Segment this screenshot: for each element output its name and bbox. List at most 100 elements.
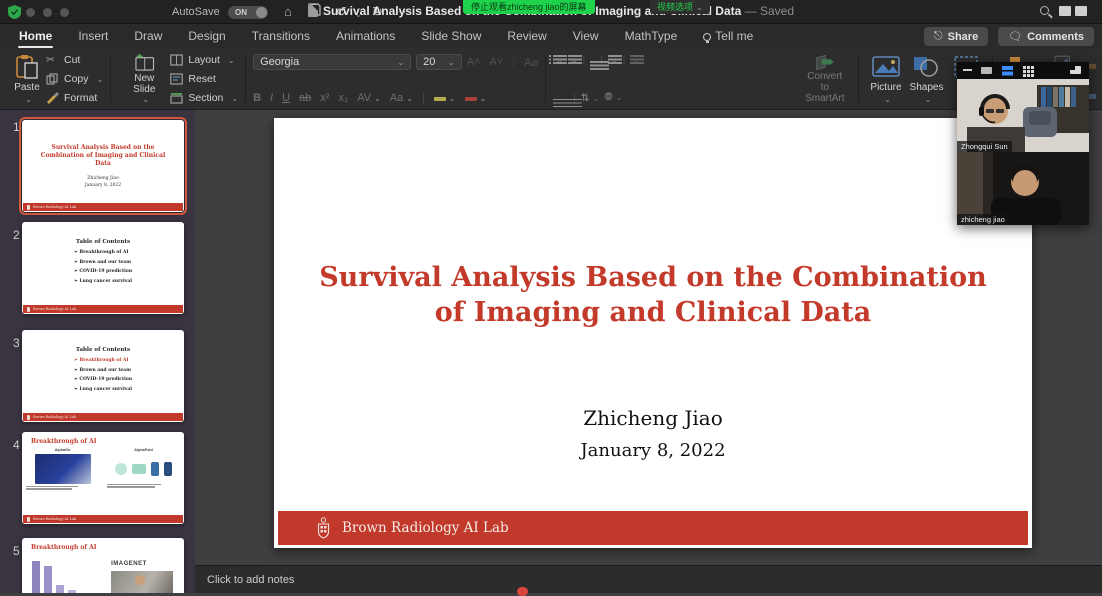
thumbnail-slide-3[interactable]: Table of Contents ➢ Breakthrough of AI ➢… <box>22 330 184 422</box>
align-text-button[interactable]: ⦾ <box>604 91 622 104</box>
highlight-color-button[interactable] <box>434 92 456 104</box>
share-button[interactable]: ⎋Share <box>924 27 988 46</box>
notes-pane[interactable]: Click to add notes <box>195 565 1102 593</box>
comments-button[interactable]: 🗨Comments <box>998 27 1094 46</box>
keyboard-icon[interactable] <box>1059 6 1071 16</box>
thumbnail-slide-5[interactable]: Breakthrough of AI IMAGENET <box>22 538 184 593</box>
brown-crest-icon <box>316 517 331 539</box>
document-icon <box>308 5 318 17</box>
tab-mathtype[interactable]: MathType <box>624 26 679 46</box>
tab-tell-me[interactable]: Tell me <box>702 26 754 46</box>
underline-button[interactable]: U <box>282 92 290 104</box>
strikethrough-button[interactable]: ab <box>299 92 311 104</box>
ribbon-tabs: Home Insert Draw Design Transitions Anim… <box>0 24 1102 48</box>
change-case-button[interactable]: Aa <box>390 92 413 104</box>
slide-number: 3 <box>13 336 20 350</box>
new-slide-button[interactable]: New Slide <box>118 53 170 105</box>
notes-placeholder[interactable]: Click to add notes <box>195 566 1102 586</box>
section-icon <box>170 92 183 104</box>
tab-insert[interactable]: Insert <box>77 26 109 46</box>
slide-editor[interactable]: Survival Analysis Based on the Combinati… <box>274 118 1032 548</box>
picture-button[interactable]: Picture <box>866 53 905 105</box>
ribbon: Paste ✂Cut Copy Format New Slide Layout … <box>0 48 1102 110</box>
video-call-toolbar <box>957 62 1089 79</box>
convert-smartart-button[interactable]: Convert toSmartArt <box>798 53 851 105</box>
slide-number: 2 <box>13 228 20 242</box>
tab-review[interactable]: Review <box>506 26 547 46</box>
alphafold-diagram <box>113 456 175 482</box>
reset-button[interactable]: Reset <box>170 73 238 85</box>
video-tile-1[interactable]: Zhongqui Sun <box>957 79 1089 152</box>
lightbulb-icon <box>703 33 711 41</box>
format-painter-button[interactable]: Format <box>46 92 103 104</box>
slide-date[interactable]: January 8, 2022 <box>274 440 1032 461</box>
font-color-icon <box>465 97 477 101</box>
comment-icon: 🗨 <box>1008 30 1022 43</box>
subscript-button[interactable]: x₂ <box>338 92 348 104</box>
slide-footer-bar[interactable]: Brown Radiology AI Lab <box>278 511 1028 545</box>
alphago-photo <box>35 454 91 484</box>
shrink-font-button[interactable]: A˅ <box>489 56 503 68</box>
font-color-button[interactable] <box>465 92 487 104</box>
imagenet-logo: IMAGENET <box>111 561 184 567</box>
columns-button[interactable] <box>630 54 640 66</box>
bullets-button[interactable] <box>553 54 563 66</box>
picture-icon <box>871 54 901 80</box>
slide-number: 4 <box>13 438 20 452</box>
copy-icon <box>46 73 59 85</box>
shapes-button[interactable]: Shapes <box>906 53 948 105</box>
thumb-footer: Brown Radiology AI Lab <box>23 515 183 523</box>
font-size-select[interactable]: 20 <box>416 54 462 70</box>
gallery-view-icon[interactable] <box>1023 66 1026 69</box>
copy-button[interactable]: Copy <box>46 73 103 85</box>
stop-watching-banner[interactable]: 停止观看zhicheng jiao的屏幕 <box>463 0 595 14</box>
slide-footer-text: Brown Radiology AI Lab <box>342 520 509 536</box>
video-call-window[interactable]: Zhongqui Sun zhicheng jiao <box>957 62 1089 225</box>
superscript-button[interactable]: x² <box>320 92 329 104</box>
tab-slide-show[interactable]: Slide Show <box>420 26 482 46</box>
font-name-select[interactable]: Georgia <box>253 54 411 70</box>
tab-home[interactable]: Home <box>18 26 53 46</box>
strip-view-icon[interactable] <box>1002 66 1013 70</box>
minimize-view-icon[interactable] <box>963 69 972 71</box>
thumbnail-slide-4[interactable]: Breakthrough of AI AlphaGo AlphaFold Bro… <box>22 432 184 524</box>
section-button[interactable]: Section <box>170 92 238 104</box>
video-tile-2[interactable]: zhicheng jiao <box>957 152 1089 225</box>
tab-transitions[interactable]: Transitions <box>251 26 311 46</box>
saved-status: — Saved <box>745 4 794 18</box>
thumbnail-slide-1[interactable]: Survival Analysis Based on the Combinati… <box>22 120 184 212</box>
speaker-photo <box>111 571 173 593</box>
line-spacing-button[interactable] <box>608 54 618 66</box>
italic-button[interactable]: I <box>270 92 273 104</box>
slide-title[interactable]: Survival Analysis Based on the Combinati… <box>312 260 994 330</box>
numbering-button[interactable] <box>568 54 578 66</box>
camera-icon[interactable] <box>1075 6 1087 16</box>
clear-formatting-button[interactable]: A⌀ <box>524 56 538 69</box>
smartart-icon <box>810 54 840 71</box>
layout-button[interactable]: Layout <box>170 54 238 66</box>
grow-font-button[interactable]: A˄ <box>467 56 481 68</box>
tab-view[interactable]: View <box>572 26 600 46</box>
tab-draw[interactable]: Draw <box>133 26 163 46</box>
thumbnail-slide-2[interactable]: Table of Contents ➢ Breakthrough of AI ➢… <box>22 222 184 314</box>
slide-thumbnail-panel: 1 Survival Analysis Based on the Combina… <box>0 110 195 593</box>
character-spacing-button[interactable]: AV <box>357 92 381 104</box>
cut-button[interactable]: ✂Cut <box>46 54 103 66</box>
text-direction-button[interactable]: ⇅ <box>581 92 600 104</box>
slide-author[interactable]: Zhicheng Jiao <box>274 406 1032 430</box>
tab-design[interactable]: Design <box>187 26 226 46</box>
highlighter-icon <box>434 97 446 101</box>
layout-icon <box>170 54 183 66</box>
new-slide-icon <box>129 54 159 73</box>
speaker-view-icon[interactable] <box>981 67 992 74</box>
scissors-icon: ✂ <box>46 54 59 66</box>
share-icon: ⎋ <box>934 30 943 43</box>
paste-button[interactable]: Paste <box>8 53 46 105</box>
tab-animations[interactable]: Animations <box>335 26 396 46</box>
participant-2-name: zhicheng jiao <box>957 214 1009 225</box>
video-options-button[interactable]: 视频选项 <box>650 0 710 14</box>
popout-window-icon[interactable] <box>1070 66 1081 74</box>
shapes-icon <box>911 54 941 80</box>
search-icon[interactable] <box>1040 6 1049 15</box>
bold-button[interactable]: B <box>253 92 261 104</box>
